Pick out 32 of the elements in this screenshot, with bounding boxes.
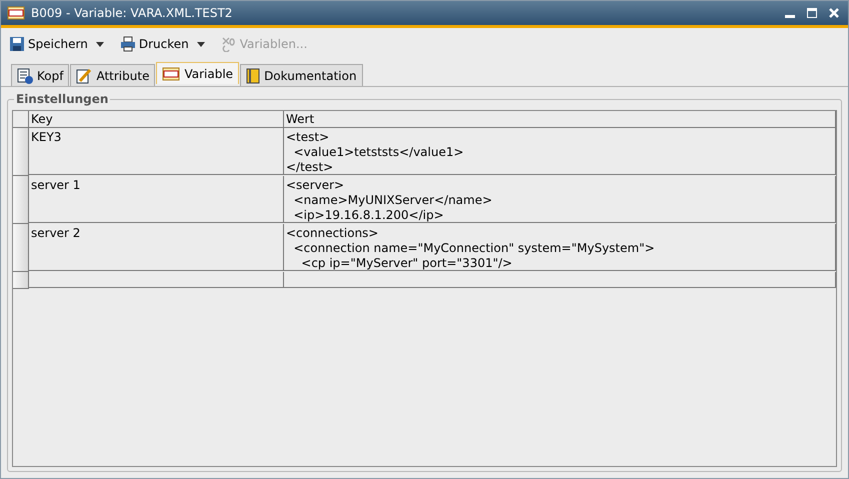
table-cell: server 1 — [29, 176, 284, 223]
tab[interactable]: Attribute — [70, 64, 156, 86]
column-header: Wert — [284, 111, 836, 128]
caret-icon — [96, 42, 104, 46]
save-button[interactable]: Speichern — [7, 36, 90, 52]
pencil-document-icon — [76, 68, 92, 84]
variable-icon — [162, 66, 180, 80]
tab[interactable]: Variable — [156, 62, 240, 84]
table-cell: <server> <name>MyUNIXServer</name> <ip>19.16.8.1.200</ip> — [284, 176, 836, 223]
row-header[interactable] — [13, 224, 29, 272]
table-cell: server 2 — [29, 224, 284, 271]
window-title: B009 - Variable: VARA.XML.TEST2 — [31, 6, 234, 20]
table-cell: <test> <value1>tetststs</value1> </test> — [284, 128, 836, 175]
document-info-icon — [17, 68, 33, 84]
column-header: Key — [29, 111, 284, 128]
book-icon — [246, 68, 260, 84]
maximize-icon — [806, 7, 818, 19]
group-title: Einstellungen — [14, 92, 110, 106]
row-header[interactable] — [13, 128, 29, 176]
variable-icon — [7, 6, 25, 20]
table-cell: KEY3 — [29, 128, 284, 175]
caret-icon — [196, 42, 205, 46]
minimize-icon — [785, 14, 795, 18]
print-button[interactable]: Drucken — [118, 36, 191, 52]
tab[interactable]: Dokumentation — [240, 64, 363, 86]
row-header[interactable] — [13, 272, 29, 289]
close-icon — [828, 7, 840, 19]
table-cell: <connections> <connection name="MyConnection" system="MySystem"> <cp ip="MyServer" port="3301"/> — [284, 224, 836, 271]
row-header[interactable] — [13, 176, 29, 224]
printer-icon — [120, 36, 136, 52]
variables-icon — [220, 36, 237, 52]
tab[interactable]: Kopf — [11, 64, 70, 86]
